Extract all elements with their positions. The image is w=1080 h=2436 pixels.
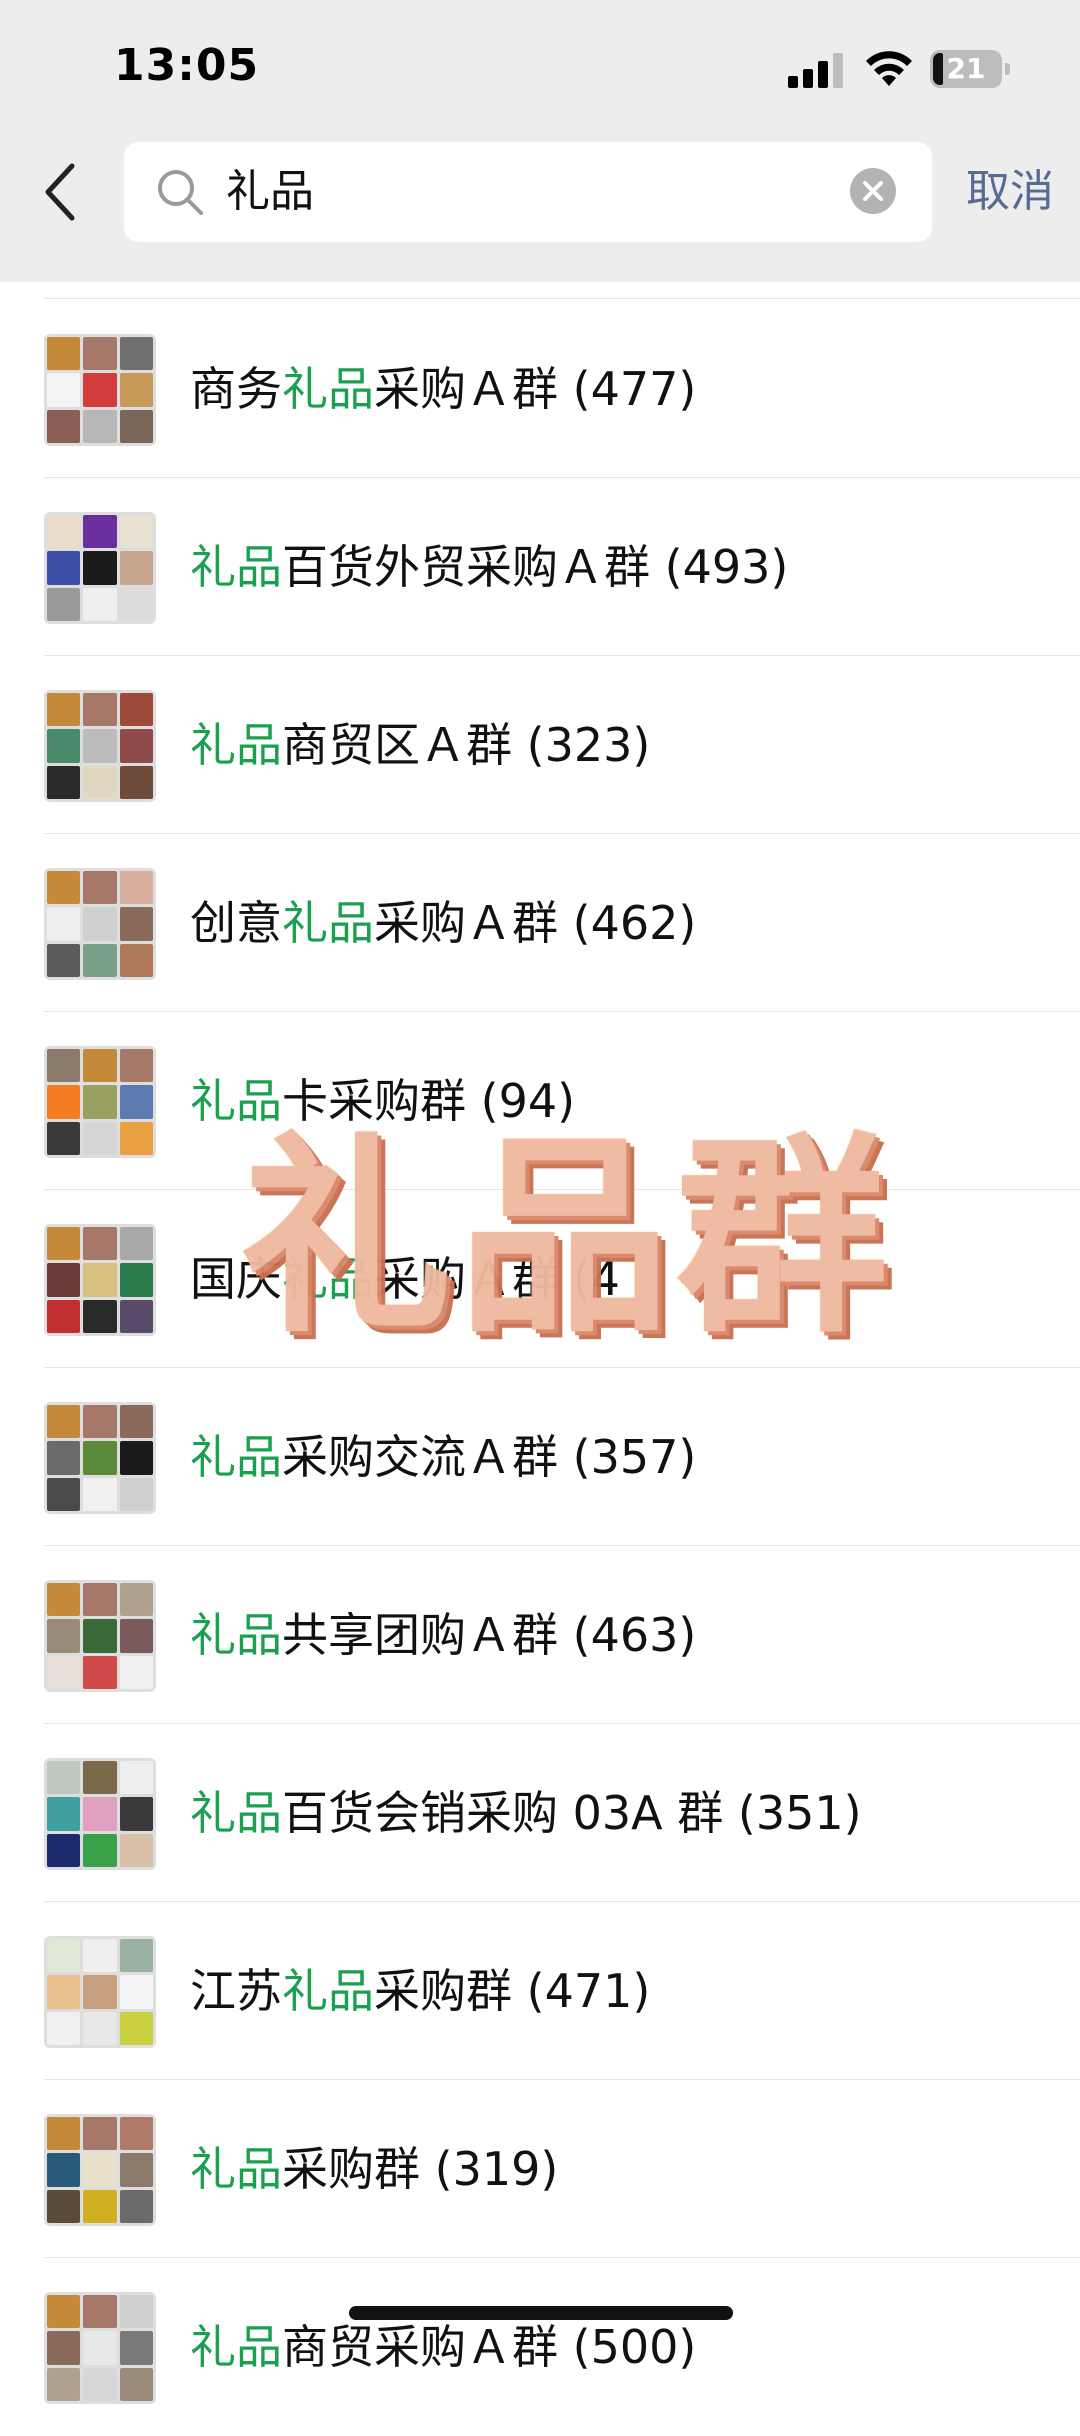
back-chevron-icon[interactable] (40, 160, 84, 224)
battery-level: 21 (946, 52, 986, 85)
group-name: 创意礼品采购Ａ群 (462) (190, 896, 697, 950)
group-name: 江苏礼品采购群 (471) (190, 1964, 651, 2018)
wifi-icon (866, 51, 912, 86)
divider (44, 298, 1080, 299)
list-item[interactable]: 创意礼品采购Ａ群 (462) (0, 834, 1080, 1012)
group-avatar (44, 1046, 156, 1158)
list-item[interactable]: 江苏礼品采购群 (471) (0, 1902, 1080, 2080)
search-icon (158, 170, 203, 215)
close-icon (863, 181, 883, 201)
group-avatar (44, 2292, 156, 2404)
group-name: 礼品共享团购Ａ群 (463) (190, 1608, 697, 1662)
list-item[interactable]: 礼品百货会销采购 03A 群 (351) (0, 1724, 1080, 1902)
group-name: 礼品采购交流Ａ群 (357) (190, 1430, 697, 1484)
group-avatar (44, 1758, 156, 1870)
group-avatar (44, 690, 156, 802)
list-item[interactable]: 礼品采购交流Ａ群 (357) (0, 1368, 1080, 1546)
group-avatar (44, 868, 156, 980)
group-avatar (44, 512, 156, 624)
group-avatar (44, 1402, 156, 1514)
list-item[interactable]: 商务礼品采购Ａ群 (477) (0, 300, 1080, 478)
list-item[interactable]: 礼品共享团购Ａ群 (463) (0, 1546, 1080, 1724)
group-name: 礼品商贸区Ａ群 (323) (190, 718, 651, 772)
watermark-text: 礼品群 (240, 1114, 894, 1361)
group-avatar (44, 1936, 156, 2048)
search-field[interactable]: 礼品 (124, 142, 932, 242)
list-item[interactable]: 礼品采购群 (319) (0, 2080, 1080, 2258)
search-input[interactable]: 礼品 (226, 164, 314, 220)
status-time: 13:05 (114, 40, 260, 91)
list-item[interactable]: 礼品商贸采购Ａ群 (500) (0, 2258, 1080, 2436)
group-name: 商务礼品采购Ａ群 (477) (190, 362, 697, 416)
battery-icon: 21 (930, 50, 1012, 90)
top-bar: 13:05 21 礼品 取消 (0, 0, 1080, 282)
clear-search-button[interactable] (850, 168, 896, 214)
list-item[interactable]: 礼品商贸区Ａ群 (323) (0, 656, 1080, 834)
group-avatar (44, 1580, 156, 1692)
cellular-signal-icon (788, 53, 843, 88)
list-item[interactable]: 礼品百货外贸采购Ａ群 (493) (0, 478, 1080, 656)
group-name: 礼品百货会销采购 03A 群 (351) (190, 1786, 862, 1840)
group-avatar (44, 2114, 156, 2226)
group-name: 礼品商贸采购Ａ群 (500) (190, 2320, 697, 2374)
group-avatar (44, 1224, 156, 1336)
group-name: 礼品采购群 (319) (190, 2142, 559, 2196)
cancel-button[interactable]: 取消 (966, 164, 1054, 220)
group-name: 礼品百货外贸采购Ａ群 (493) (190, 540, 789, 594)
home-indicator[interactable] (349, 2306, 733, 2320)
group-avatar (44, 334, 156, 446)
